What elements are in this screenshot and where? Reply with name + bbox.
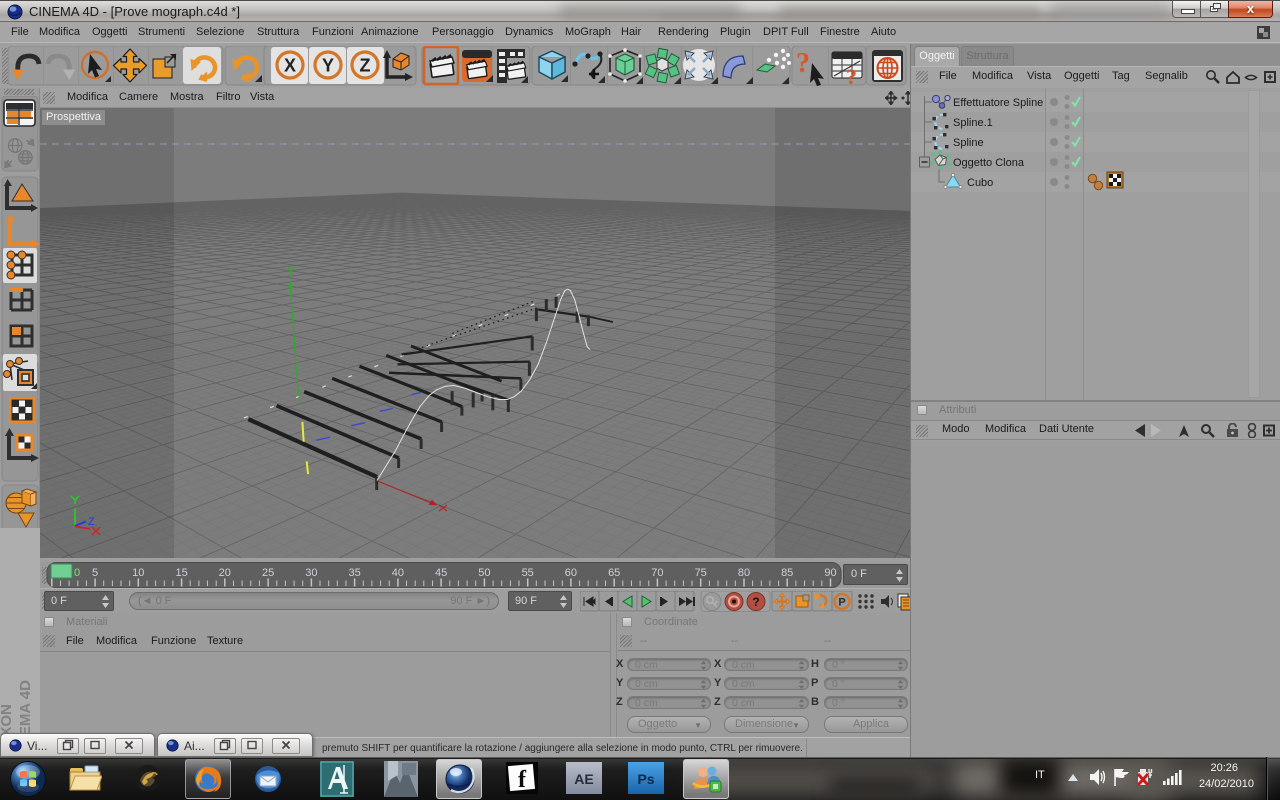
svg-text:40: 40: [392, 567, 404, 579]
svg-text:?: ?: [752, 595, 759, 609]
svg-text:90: 90: [824, 567, 836, 579]
svg-text:0: 0: [74, 567, 80, 579]
svg-text:80: 80: [738, 567, 750, 579]
svg-text:75: 75: [695, 567, 707, 579]
svg-text:20: 20: [219, 567, 231, 579]
svg-text:85: 85: [781, 567, 793, 579]
svg-text:Cubo: Cubo: [967, 177, 993, 189]
svg-text:30: 30: [305, 567, 317, 579]
svg-text:?: ?: [796, 48, 810, 79]
svg-text:55: 55: [522, 567, 534, 579]
svg-text:25: 25: [262, 567, 274, 579]
svg-text:70: 70: [651, 567, 663, 579]
svg-text:Z: Z: [88, 516, 95, 528]
svg-text:P: P: [838, 597, 845, 609]
svg-text:Spline.1: Spline.1: [953, 117, 993, 129]
svg-text:?: ?: [846, 64, 857, 86]
svg-text:X: X: [284, 56, 296, 76]
svg-text:15: 15: [175, 567, 187, 579]
svg-text:Y: Y: [322, 56, 334, 76]
svg-text:Z: Z: [360, 56, 371, 76]
svg-text:50: 50: [478, 567, 490, 579]
svg-text:f: f: [518, 767, 527, 793]
svg-text:Oggetto Clona: Oggetto Clona: [953, 157, 1025, 169]
svg-text:35: 35: [348, 567, 360, 579]
svg-text:65: 65: [608, 567, 620, 579]
svg-text:Effettuatore Spline: Effettuatore Spline: [953, 97, 1043, 109]
svg-text:Ps: Ps: [637, 771, 654, 787]
svg-text:AE: AE: [574, 771, 593, 787]
svg-text:Spline: Spline: [953, 137, 984, 149]
svg-text:45: 45: [435, 567, 447, 579]
svg-text:5: 5: [92, 567, 98, 579]
svg-text:10: 10: [132, 567, 144, 579]
svg-text:60: 60: [565, 567, 577, 579]
